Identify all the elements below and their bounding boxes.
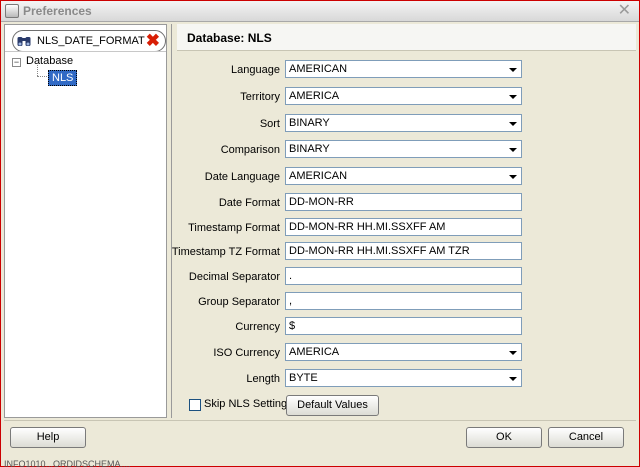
field-label: Sort [259,118,280,130]
date-language-select[interactable]: AMERICAN [285,167,522,185]
field-label: Decimal Separator [188,271,280,283]
field-label: Date Format [218,197,280,209]
field-value: AMERICA [289,90,340,102]
field-value: AMERICAN [289,170,348,182]
field-value: BINARY [289,143,330,155]
timestamp-tz-format-field[interactable]: DD-MON-RR HH.MI.SSXFF AM TZR [285,242,522,260]
search-input[interactable]: NLS_DATE_FORMAT ✖ [12,30,166,52]
tree-item-database[interactable]: Database [26,55,73,67]
panel-splitter[interactable] [171,24,172,418]
search-value: NLS_DATE_FORMAT [37,35,145,47]
timestamp-format-field[interactable]: DD-MON-RR HH.MI.SSXFF AM [285,218,522,236]
decimal-separator-field[interactable]: . [285,267,522,285]
field-label: Comparison [220,144,280,156]
field-label: ISO Currency [213,347,280,359]
skip-nls-label: Skip NLS Settings [204,398,293,410]
language-select[interactable]: AMERICAN [285,60,522,78]
field-label: Timestamp TZ Format [171,246,280,258]
default-values-button[interactable]: Default Values [286,395,379,416]
divider [5,51,166,52]
field-label: Territory [240,91,280,103]
length-select[interactable]: BYTE [285,369,522,387]
dropdown-arrow-icon [509,148,517,152]
window-title: Preferences [23,4,92,18]
field-value: BYTE [289,372,318,384]
field-value: AMERICAN [289,63,348,75]
field-label: Length [246,373,280,385]
binoculars-icon [17,37,31,46]
dropdown-arrow-icon [509,351,517,355]
tree-collapse-icon[interactable]: − [12,58,21,67]
title-bar[interactable]: Preferences ✕ [1,1,639,22]
field-label: Language [231,64,280,76]
dropdown-arrow-icon [509,377,517,381]
field-label: Currency [235,321,280,333]
skip-nls-checkbox[interactable] [189,399,201,411]
field-label: Group Separator [198,296,280,308]
close-icon[interactable]: ✕ [618,2,631,20]
tree-connector [37,76,47,77]
iso-currency-select[interactable]: AMERICA [285,343,522,361]
dropdown-arrow-icon [509,95,517,99]
ok-button[interactable]: OK [466,427,542,448]
dropdown-arrow-icon [509,122,517,126]
dropdown-arrow-icon [509,68,517,72]
date-format-field[interactable]: DD-MON-RR [285,193,522,211]
tree-item-nls[interactable]: NLS [48,70,78,86]
window-app-icon [5,4,19,18]
divider [4,420,636,421]
territory-select[interactable]: AMERICA [285,87,522,105]
panel-header: Database: NLS [177,24,636,51]
tree-connector [37,65,38,76]
field-value: BINARY [289,117,330,129]
cancel-button[interactable]: Cancel [548,427,624,448]
panel-title: Database: NLS [187,31,272,45]
group-separator-field[interactable]: , [285,292,522,310]
field-value: AMERICA [289,346,340,358]
dropdown-arrow-icon [509,175,517,179]
navigation-panel: NLS_DATE_FORMAT ✖ − Database NLS [4,24,167,418]
currency-field[interactable]: $ [285,317,522,335]
comparison-select[interactable]: BINARY [285,140,522,158]
sort-select[interactable]: BINARY [285,114,522,132]
field-label: Date Language [204,171,280,183]
clear-search-icon[interactable]: ✖ [146,32,160,50]
field-label: Timestamp Format [188,222,280,234]
status-text: INFO1010...ORDIDSCHEMA.... [4,459,131,467]
help-button[interactable]: Help [10,427,86,448]
